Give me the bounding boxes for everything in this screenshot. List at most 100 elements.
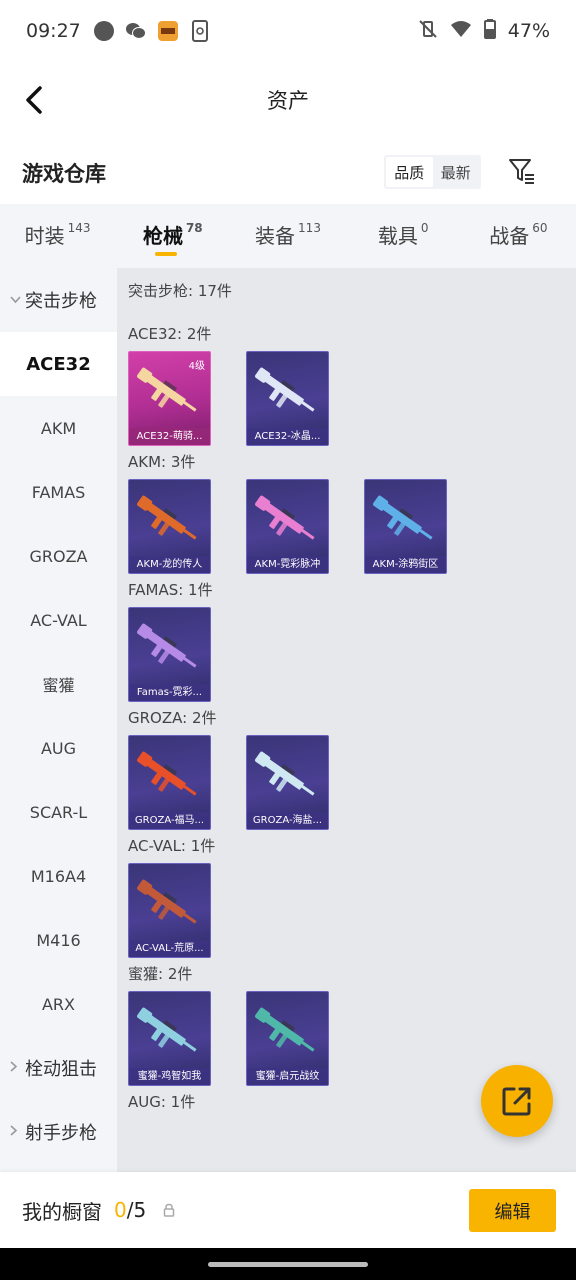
sidebar-item-m16a4[interactable]: M16A4 <box>0 844 117 908</box>
weapon-skin-card[interactable]: AKM-龙的传人 <box>128 479 211 574</box>
rifle-icon <box>137 623 197 668</box>
tab-equipment[interactable]: 装备 113 <box>230 204 345 268</box>
weapon-skin-card[interactable]: AC-VAL-荒原... <box>128 863 211 958</box>
tab-gear[interactable]: 战备 60 <box>461 204 576 268</box>
sidebar-item-arx[interactable]: ARX <box>0 972 117 1036</box>
weapon-skin-name: ACE32-萌骑... <box>129 428 210 445</box>
showcase-label: 我的橱窗 <box>22 1199 102 1224</box>
tab-count: 0 <box>420 221 429 235</box>
weapon-skin-name: 蜜獾-鸡智如我 <box>129 1068 210 1085</box>
card-row: AC-VAL-荒原... <box>128 863 576 958</box>
card-row: AKM-龙的传人 AKM-霓彩脉冲 AKM-涂鸦街区 <box>128 479 576 574</box>
tab-count: 60 <box>532 221 548 235</box>
weapon-skin-card[interactable]: 蜜獾-鸡智如我 <box>128 991 211 1086</box>
rifle-icon <box>137 879 197 924</box>
sidebar-category-bolt-snipers[interactable]: 栓动狙击 <box>0 1036 117 1100</box>
battery-percent: 47% <box>507 20 550 42</box>
home-gesture-bar[interactable] <box>208 1262 368 1267</box>
weapon-skin-name: AKM-霓彩脉冲 <box>247 556 328 573</box>
chevron-right-icon <box>10 1060 20 1076</box>
card-row: GROZA-福马... GROZA-海盐... <box>128 735 576 830</box>
rifle-icon <box>373 495 433 540</box>
tab-label: 战备 <box>489 223 530 248</box>
tab-label: 时装 <box>24 223 65 248</box>
tab-count: 113 <box>298 221 321 235</box>
share-icon <box>502 1087 531 1116</box>
sidebar-item-famas[interactable]: FAMAS <box>0 460 117 524</box>
wechat-icon <box>125 20 147 42</box>
tab-count: 143 <box>67 221 91 235</box>
vibrate-off-icon <box>418 19 438 44</box>
weapon-skin-name: 蜜獾-启元战纹 <box>247 1068 328 1085</box>
group-label: 蜜獾: 2件 <box>128 965 193 983</box>
weapon-skin-name: ACE32-冰晶... <box>247 428 328 445</box>
weapon-skin-name: AKM-龙的传人 <box>129 556 210 573</box>
tab-fashion[interactable]: 时装 143 <box>0 204 115 268</box>
weapon-skin-card[interactable]: GROZA-海盐... <box>246 735 329 830</box>
level-badge: 4级 <box>188 361 205 372</box>
sidebar-category-marksman-rifles[interactable]: 射手步枪 <box>0 1100 117 1164</box>
sort-option-latest[interactable]: 最新 <box>433 157 480 187</box>
tab-firearms[interactable]: 枪械 78 <box>115 204 230 268</box>
rifle-icon <box>255 1007 315 1052</box>
rifle-icon <box>255 751 315 796</box>
weapon-skin-card[interactable]: 蜜獾-启元战纹 <box>246 991 329 1086</box>
rifle-icon <box>137 1007 197 1052</box>
sidebar-item-m416[interactable]: M416 <box>0 908 117 972</box>
showcase-bar: 我的橱窗 0/5 编辑 <box>0 1172 576 1248</box>
group-label: FAMAS: 1件 <box>128 581 213 599</box>
weapon-skin-card[interactable]: AKM-霓彩脉冲 <box>246 479 329 574</box>
sidebar-category-label: 突击步枪 <box>25 291 97 312</box>
group-label: AC-VAL: 1件 <box>128 837 216 855</box>
showcase-total: 5 <box>133 1198 147 1222</box>
game-app-icon <box>157 20 179 42</box>
rifle-icon <box>137 495 197 540</box>
status-time: 09:27 <box>26 20 81 42</box>
wifi-icon <box>450 20 472 43</box>
status-bar: 09:27 47% <box>0 0 576 62</box>
weapon-skin-card[interactable]: ACE32-冰晶... <box>246 351 329 446</box>
tab-count: 78 <box>185 221 203 235</box>
weapon-skin-card[interactable]: Famas-霓彩... <box>128 607 211 702</box>
rifle-icon <box>255 495 315 540</box>
sidebar-item-akm[interactable]: AKM <box>0 396 117 460</box>
chevron-right-icon <box>10 1124 20 1140</box>
sidebar-item-scar-l[interactable]: SCAR-L <box>0 780 117 844</box>
rifle-icon <box>255 367 315 412</box>
chevron-down-icon <box>10 293 21 308</box>
sidebar-item-ace32[interactable]: ACE32 <box>0 332 117 396</box>
weapon-skin-name: AC-VAL-荒原... <box>129 940 210 957</box>
tab-label: 枪械 <box>142 223 183 248</box>
tab-label: 装备 <box>255 223 296 248</box>
showcase-count: 0/5 <box>114 1198 147 1222</box>
category-tabs: 时装 143 枪械 78 装备 113 载具 0 战备 60 <box>0 204 576 268</box>
rifle-icon <box>137 751 197 796</box>
group-label: AKM: 3件 <box>128 453 196 471</box>
sidebar-category-assault-rifles[interactable]: 突击步枪 <box>0 268 117 332</box>
sidebar-category-label: 射手步枪 <box>25 1123 97 1144</box>
weapon-skin-card[interactable]: 4级 ACE32-萌骑... <box>128 351 211 446</box>
tab-vehicles[interactable]: 载具 0 <box>346 204 461 268</box>
system-nav-bar <box>0 1248 576 1280</box>
group-label: GROZA: 2件 <box>128 709 217 727</box>
sort-option-quality[interactable]: 品质 <box>386 157 433 187</box>
page-title: 资产 <box>267 89 309 113</box>
weapon-skin-card[interactable]: GROZA-福马... <box>128 735 211 830</box>
sidebar-item-aug[interactable]: AUG <box>0 716 117 780</box>
filter-icon <box>509 159 534 184</box>
back-button[interactable] <box>14 80 54 120</box>
share-button[interactable] <box>481 1065 553 1137</box>
weapon-skin-name: GROZA-福马... <box>129 812 210 829</box>
group-label: ACE32: 2件 <box>128 325 212 343</box>
sidebar-item-groza[interactable]: GROZA <box>0 524 117 588</box>
edit-button[interactable]: 编辑 <box>469 1189 556 1232</box>
filter-button[interactable] <box>505 154 539 188</box>
sidebar-item-ac-val[interactable]: AC-VAL <box>0 588 117 652</box>
card-row: Famas-霓彩... <box>128 607 576 702</box>
sidebar-category-label: 栓动狙击 <box>25 1059 97 1080</box>
card-row: 4级 ACE32-萌骑... ACE32-冰晶... <box>128 351 576 446</box>
page-header: 资产 <box>0 62 576 138</box>
weapon-skin-name: GROZA-海盐... <box>247 812 328 829</box>
weapon-skin-card[interactable]: AKM-涂鸦街区 <box>364 479 447 574</box>
sidebar-item-honey-badger[interactable]: 蜜獾 <box>0 652 117 716</box>
